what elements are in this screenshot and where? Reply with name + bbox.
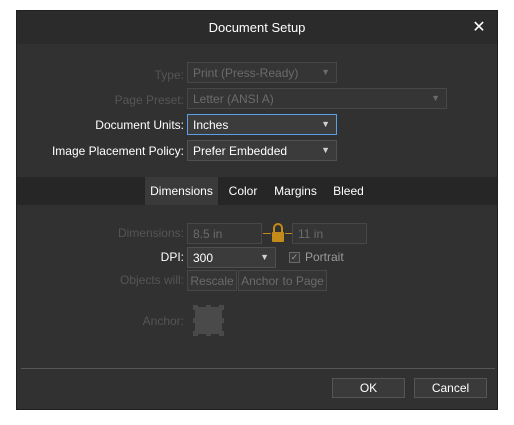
tab-strip: Dimensions Color Margins Bleed <box>17 177 497 205</box>
height-field: 11 in <box>292 223 367 244</box>
anchor-box <box>195 307 222 334</box>
cancel-button[interactable]: Cancel <box>414 378 487 398</box>
chevron-down-icon: ▼ <box>431 93 440 103</box>
ok-button[interactable]: OK <box>332 378 405 398</box>
chevron-down-icon: ▼ <box>260 252 269 262</box>
image-placement-dropdown[interactable]: Prefer Embedded ▼ <box>187 140 337 161</box>
image-placement-label: Image Placement Policy: <box>51 144 184 158</box>
footer-divider <box>21 368 495 369</box>
page-preset-dropdown: Letter (ANSI A) ▼ <box>187 88 447 109</box>
width-field: 8.5 in <box>187 223 262 244</box>
tab-margins[interactable]: Margins <box>269 177 322 205</box>
portrait-label: Portrait <box>305 250 344 264</box>
type-dropdown: Print (Press-Ready) ▼ <box>187 62 337 83</box>
dpi-value: 300 <box>193 250 214 265</box>
tab-dimensions[interactable]: Dimensions <box>145 177 218 205</box>
document-units-label: Document Units: <box>95 118 184 132</box>
dialog-titlebar: Document Setup ✕ <box>17 11 497 44</box>
dialog-title: Document Setup <box>208 20 306 35</box>
tab-bleed[interactable]: Bleed <box>330 177 367 205</box>
anchor-label: Anchor: <box>142 314 184 328</box>
anchor-point <box>206 305 211 310</box>
type-label: Type: <box>154 68 184 82</box>
page-preset-label: Page Preset: <box>114 93 184 107</box>
image-placement-value: Prefer Embedded <box>193 143 288 158</box>
anchor-point <box>206 331 211 336</box>
document-setup-dialog: Document Setup ✕ Type: Print (Press-Read… <box>16 10 498 410</box>
dpi-label: DPI: <box>160 250 184 264</box>
anchor-selector <box>193 305 224 336</box>
anchor-point <box>193 318 198 323</box>
chevron-down-icon: ▼ <box>321 145 330 155</box>
tab-color[interactable]: Color <box>224 177 262 205</box>
objects-will-label: Objects will: <box>119 273 184 287</box>
anchor-point <box>219 305 224 310</box>
lock-icon <box>272 223 284 242</box>
anchor-point <box>193 305 198 310</box>
type-value: Print (Press-Ready) <box>193 65 299 80</box>
close-icon[interactable]: ✕ <box>469 17 489 37</box>
chevron-down-icon: ▼ <box>321 67 330 77</box>
anchor-point <box>193 331 198 336</box>
page-preset-value: Letter (ANSI A) <box>193 91 274 106</box>
lock-link-left <box>263 233 271 234</box>
anchor-to-page-button: Anchor to Page <box>238 270 327 291</box>
chevron-down-icon: ▼ <box>321 119 330 129</box>
portrait-checkbox: ✓ <box>289 252 300 263</box>
anchor-point <box>219 318 224 323</box>
rescale-button: Rescale <box>187 270 237 291</box>
dpi-dropdown[interactable]: 300 ▼ <box>187 247 276 268</box>
document-units-dropdown[interactable]: Inches ▼ <box>187 114 337 135</box>
anchor-point <box>219 331 224 336</box>
document-units-value: Inches <box>193 117 229 132</box>
dimensions-label: Dimensions: <box>117 226 184 240</box>
